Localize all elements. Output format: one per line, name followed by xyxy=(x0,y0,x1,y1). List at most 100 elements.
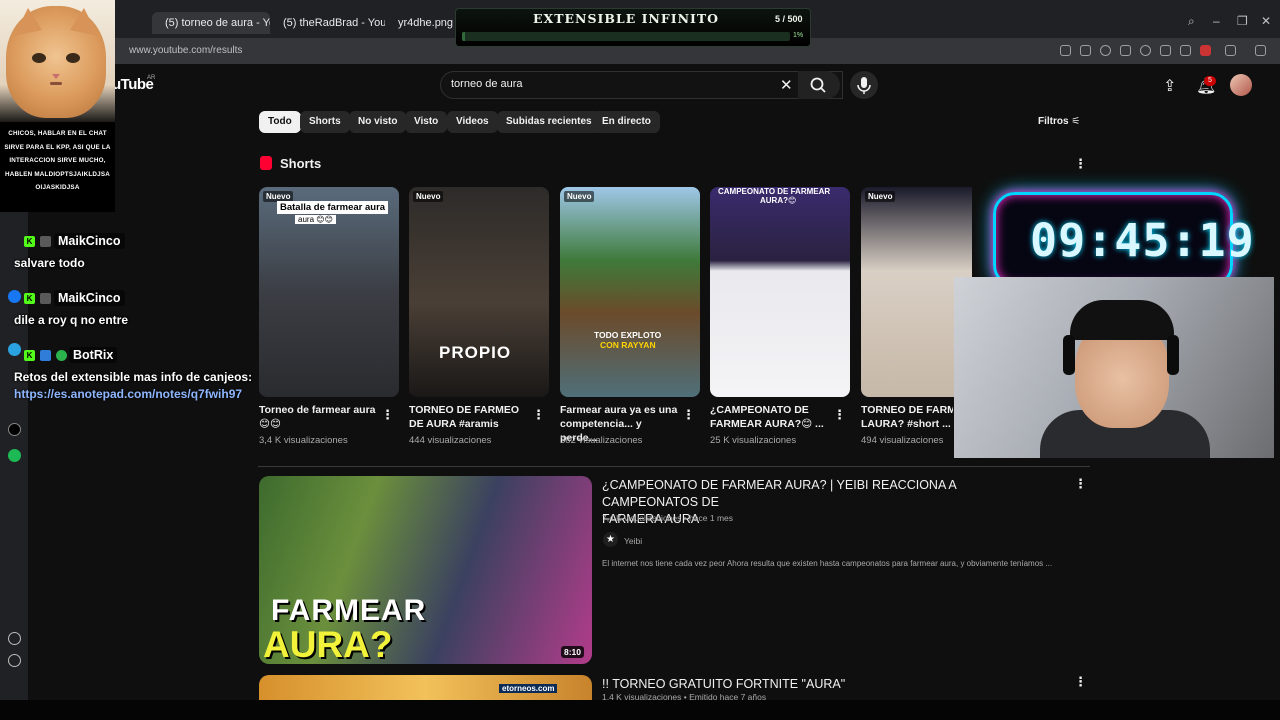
kick-badge-icon: K xyxy=(24,236,35,247)
upload-icon[interactable]: ⇪ xyxy=(1163,76,1176,96)
short-overlay-sub: aura 😊😊 xyxy=(295,215,336,224)
video-meta: 7,4 K visualizaciones • hace 1 mes xyxy=(602,513,734,523)
spotify-icon[interactable] xyxy=(8,449,21,462)
short-more-icon[interactable]: ⋮ xyxy=(381,407,394,423)
download-icon[interactable] xyxy=(1160,45,1171,56)
shield-icon[interactable] xyxy=(1100,45,1111,56)
screenshot-icon[interactable] xyxy=(1080,45,1091,56)
new-badge: Nuevo xyxy=(865,191,896,202)
short-views: 444 visualizaciones xyxy=(409,435,492,446)
chip-visto[interactable]: Visto xyxy=(405,111,448,133)
profile-icon[interactable] xyxy=(1200,45,1211,56)
microphone-icon xyxy=(857,77,871,94)
account-avatar[interactable] xyxy=(1230,74,1252,96)
chip-subidas-recientes[interactable]: Subidas recientes xyxy=(497,111,601,133)
tab-label: (5) torneo de aura - YouTu xyxy=(165,17,270,29)
short-overlay-text: TODO EXPLOTO xyxy=(594,330,662,340)
filters-button[interactable]: Filtros ⚟ xyxy=(1038,116,1080,127)
ai-icon[interactable] xyxy=(1255,45,1266,56)
headset-icon xyxy=(1167,335,1179,375)
chat-username: BotRix xyxy=(69,347,118,363)
tab-youtube-search[interactable]: (5) torneo de aura - YouTu xyxy=(152,12,270,34)
extensions-icon[interactable] xyxy=(1225,45,1236,56)
tab-label: (5) theRadBrad - YouTube xyxy=(283,17,385,29)
notification-count: 5 xyxy=(1204,76,1216,86)
video-thumbnail[interactable]: FARMEAR AURA? 8:10 xyxy=(259,476,592,664)
chat-link[interactable]: https://es.anotepad.com/notes/q7fwih97 xyxy=(14,387,242,401)
filters-label: Filtros xyxy=(1038,116,1069,127)
channel-name[interactable]: Yeibi xyxy=(624,536,642,546)
url-field[interactable]: www.youtube.com/results xyxy=(129,45,242,56)
shorts-icon xyxy=(260,156,272,170)
chip-videos[interactable]: Videos xyxy=(447,111,498,133)
thumb-text: AURA? xyxy=(263,624,393,664)
video-more-icon[interactable]: ⋮ xyxy=(1074,476,1087,492)
clear-search-icon[interactable]: ✕ xyxy=(780,76,793,94)
shorts-heading: Shorts xyxy=(280,156,322,171)
short-title[interactable]: TORNEO DE FARMEO DE AURA #aramis xyxy=(409,403,529,431)
headset-icon xyxy=(1063,335,1075,375)
more-icon[interactable] xyxy=(8,676,21,689)
messenger-icon[interactable] xyxy=(8,290,21,303)
new-badge: Nuevo xyxy=(413,191,444,202)
short-thumbnail[interactable]: CAMPEONATO DE FARMEAR AURA?😊 xyxy=(710,187,850,397)
cat-caption: CHICOS, HABLAR EN EL CHAT SIRVE PARA EL … xyxy=(4,130,111,191)
cat-image xyxy=(6,6,106,118)
search-input[interactable]: torneo de aura xyxy=(451,78,523,90)
short-overlay-text: CAMPEONATO DE FARMEAR xyxy=(718,187,831,196)
voice-search-button[interactable] xyxy=(850,71,878,99)
chat-message: dile a roy q no entre xyxy=(14,313,129,327)
browser-search-icon[interactable]: ⌕ xyxy=(1188,14,1195,29)
short-views: 382 visualizaciones xyxy=(560,435,643,446)
minimize-icon[interactable]: – xyxy=(1213,14,1220,28)
play-icon[interactable] xyxy=(1120,45,1131,56)
tab-theradbrad[interactable]: (5) theRadBrad - YouTube xyxy=(270,12,385,34)
chip-en-directo[interactable]: En directo xyxy=(593,111,660,133)
x-icon[interactable] xyxy=(8,423,21,436)
short-title[interactable]: TORNEO DE FARME LAURA? #short ... xyxy=(861,403,953,431)
short-title[interactable]: ¿CAMPEONATO DE FARMEAR AURA?😊 ... xyxy=(710,403,830,431)
chat-message: Retos del extensible mas info de canjeos… xyxy=(14,370,253,384)
extensible-progress-track xyxy=(462,32,790,41)
short-thumbnail[interactable]: Nuevo TODO EXPLOTO CON RAYYAN xyxy=(560,187,700,397)
short-title[interactable]: Torneo de farmear aura 😊😊 xyxy=(259,403,379,431)
channel-star-icon[interactable]: ★ xyxy=(603,532,618,547)
extensible-percent: 1% xyxy=(793,32,804,39)
country-code: AR xyxy=(147,75,156,81)
short-more-icon[interactable]: ⋮ xyxy=(682,407,695,423)
short-views: 494 visualizaciones xyxy=(861,435,944,446)
chat-username: MaikCinco xyxy=(54,290,125,306)
menu-icon[interactable] xyxy=(1180,45,1191,56)
user-badge-icon xyxy=(40,293,51,304)
search-button[interactable] xyxy=(798,71,840,99)
short-more-icon[interactable]: ⋮ xyxy=(532,407,545,423)
maximize-icon[interactable]: ❐ xyxy=(1237,14,1248,28)
chip-shorts[interactable]: Shorts xyxy=(300,111,350,133)
short-overlay-text: PROPIO xyxy=(439,343,512,362)
chip-todo[interactable]: Todo xyxy=(259,111,301,133)
extensible-count: 5 / 500 xyxy=(775,14,803,24)
favorites-icon[interactable] xyxy=(8,632,21,645)
thumb-logo: etorneos.com xyxy=(499,684,558,693)
video-more-icon[interactable]: ⋮ xyxy=(1074,674,1087,690)
shorts-more-icon[interactable]: ⋮ xyxy=(1074,156,1087,172)
neon-clock: 09:45:19 xyxy=(1030,214,1255,267)
chat-username: MaikCinco xyxy=(54,233,125,249)
telegram-icon[interactable] xyxy=(8,343,21,356)
bot-badge-icon xyxy=(40,350,51,361)
close-window-icon[interactable]: ✕ xyxy=(1261,14,1271,28)
kick-badge-icon: K xyxy=(24,350,35,361)
chip-no-visto[interactable]: No visto xyxy=(349,111,407,133)
sliders-icon: ⚟ xyxy=(1071,116,1081,127)
tab-image[interactable]: yr4dhe.png (95 xyxy=(385,12,457,34)
short-thumbnail[interactable]: Nuevo Batalla de farmear aura aura 😊😊 xyxy=(259,187,399,397)
short-thumbnail[interactable]: Nuevo PROPIO xyxy=(409,187,549,397)
video-title[interactable]: !! TORNEO GRATUITO FORTNITE "AURA" xyxy=(602,676,1042,693)
user-badge-icon xyxy=(40,236,51,247)
webcam-person-cap xyxy=(1070,300,1174,340)
edit-icon[interactable] xyxy=(1060,45,1071,56)
heart-icon[interactable] xyxy=(1140,45,1151,56)
short-more-icon[interactable]: ⋮ xyxy=(833,407,846,423)
short-views: 3,4 K visualizaciones xyxy=(259,435,348,446)
history-icon[interactable] xyxy=(8,654,21,667)
